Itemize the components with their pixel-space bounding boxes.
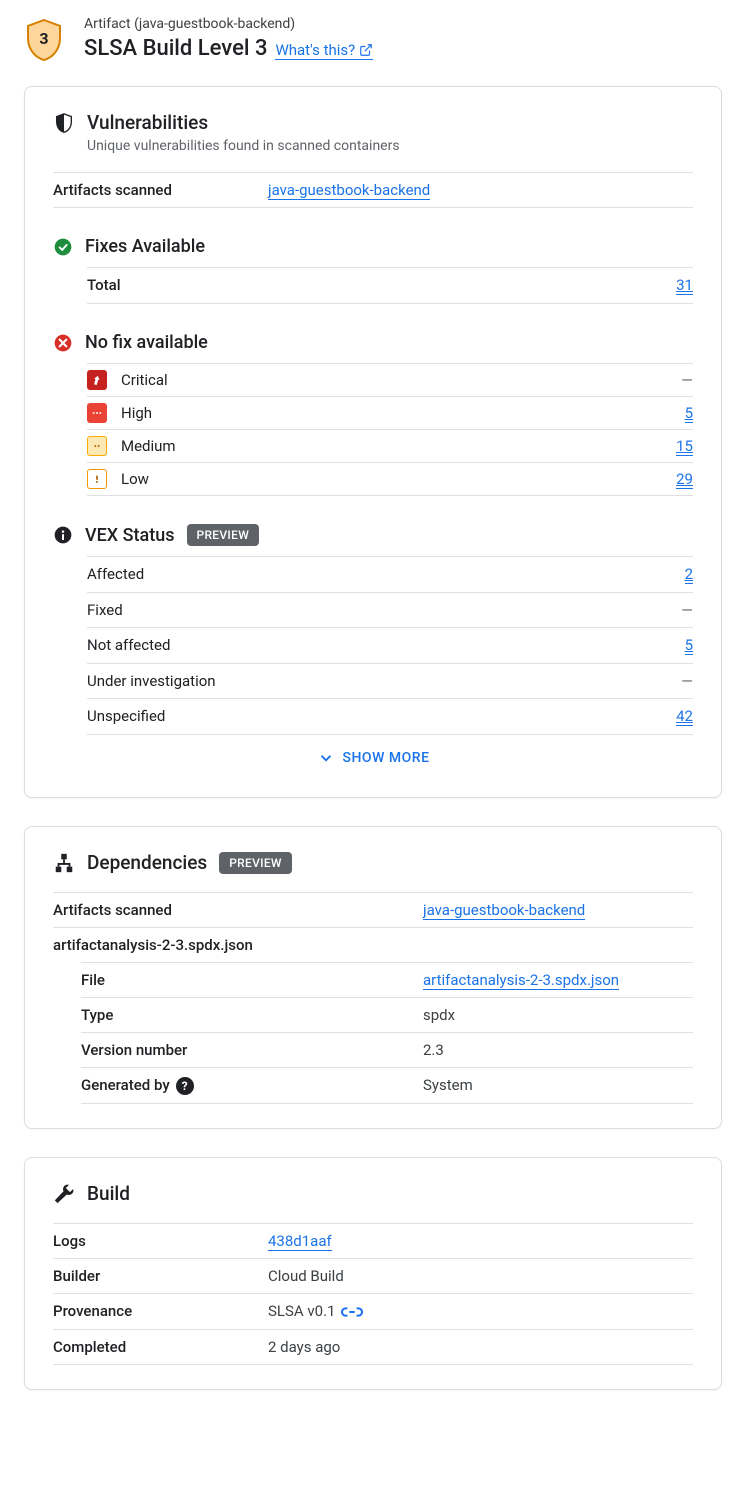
preview-badge: PREVIEW	[219, 852, 292, 874]
vex-row: Unspecified 42	[87, 698, 693, 735]
severity-label: High	[121, 404, 685, 422]
severity-low-icon	[87, 469, 107, 489]
build-label: Builder	[53, 1267, 268, 1285]
severity-label: Critical	[121, 371, 681, 389]
dependency-label: Generated by?	[81, 1076, 423, 1095]
slsa-shield-icon: 3	[24, 18, 64, 62]
chevron-down-icon	[317, 749, 335, 767]
build-label: Provenance	[53, 1302, 268, 1321]
artifacts-scanned-label: Artifacts scanned	[53, 181, 268, 199]
fixes-total-link[interactable]: 31	[676, 276, 693, 295]
vex-value-link[interactable]: 2	[685, 565, 693, 584]
dependency-row: Version number 2.3	[81, 1032, 693, 1067]
dep-artifacts-scanned-link[interactable]: java-guestbook-backend	[423, 901, 585, 920]
vex-row: Affected 2	[87, 556, 693, 592]
dependencies-card: Dependencies PREVIEW Artifacts scanned j…	[24, 826, 722, 1129]
dependency-label: File	[81, 971, 423, 989]
severity-medium-icon	[87, 436, 107, 456]
severity-row: Low 29	[87, 462, 693, 496]
no-fix-title: No fix available	[85, 332, 208, 353]
build-row: Provenance SLSA v0.1	[53, 1293, 693, 1329]
preview-badge: PREVIEW	[187, 524, 260, 546]
severity-high-icon	[87, 403, 107, 423]
vex-label: Affected	[87, 565, 685, 584]
severity-label: Low	[121, 470, 676, 488]
build-row: Completed 2 days ago	[53, 1329, 693, 1365]
svg-text:3: 3	[39, 29, 48, 48]
severity-value-link[interactable]: 29	[676, 470, 693, 489]
severity-row: Medium 15	[87, 429, 693, 462]
dependency-row: Type spdx	[81, 997, 693, 1032]
dependency-value: spdx	[423, 1006, 455, 1024]
artifact-header: 3 Artifact (java-guestbook-backend) SLSA…	[24, 12, 722, 66]
build-label: Logs	[53, 1232, 268, 1250]
vex-value-link[interactable]: 42	[676, 707, 693, 726]
severity-critical-icon	[87, 370, 107, 390]
wrench-icon	[53, 1183, 75, 1205]
vulnerabilities-subtitle: Unique vulnerabilities found in scanned …	[87, 138, 693, 154]
vex-value: —	[681, 601, 693, 619]
show-more-button[interactable]: SHOW MORE	[53, 735, 693, 773]
shield-icon	[53, 112, 75, 134]
dependency-row: File artifactanalysis-2-3.spdx.json	[81, 962, 693, 997]
fixes-total-label: Total	[87, 276, 676, 295]
dependencies-title: Dependencies	[87, 851, 207, 874]
artifacts-scanned-link[interactable]: java-guestbook-backend	[268, 181, 430, 200]
dependency-label: Version number	[81, 1041, 423, 1059]
whats-this-link[interactable]: What's this?	[275, 41, 373, 60]
build-value: 2 days ago	[268, 1338, 340, 1356]
link-icon[interactable]	[341, 1303, 363, 1321]
vex-label: Not affected	[87, 636, 685, 655]
severity-label: Medium	[121, 437, 676, 455]
dependency-label: Type	[81, 1006, 423, 1024]
severity-value-link[interactable]: 5	[685, 404, 693, 423]
external-link-icon	[359, 43, 373, 57]
dep-artifacts-scanned-label: Artifacts scanned	[53, 901, 423, 919]
error-circle-icon	[53, 333, 73, 353]
vex-value: —	[681, 672, 693, 690]
vulnerabilities-card: Vulnerabilities Unique vulnerabilities f…	[24, 86, 722, 798]
dependencies-icon	[53, 852, 75, 874]
info-circle-icon	[53, 525, 73, 545]
vex-label: Under investigation	[87, 672, 681, 690]
fixes-available-title: Fixes Available	[85, 236, 205, 257]
build-card: Build Logs 438d1aaf Builder Cloud Build …	[24, 1157, 722, 1390]
vex-row: Fixed —	[87, 592, 693, 627]
build-row: Builder Cloud Build	[53, 1258, 693, 1293]
build-row: Logs 438d1aaf	[53, 1223, 693, 1258]
build-value: SLSA v0.1	[268, 1302, 335, 1320]
dependency-value-link[interactable]: artifactanalysis-2-3.spdx.json	[423, 971, 619, 990]
vex-label: Unspecified	[87, 707, 676, 726]
dependency-row: Generated by? System	[81, 1067, 693, 1104]
dependency-value: 2.3	[423, 1041, 444, 1059]
vex-value-link[interactable]: 5	[685, 636, 693, 655]
help-icon[interactable]: ?	[176, 1077, 194, 1095]
build-label: Completed	[53, 1338, 268, 1356]
vulnerabilities-title: Vulnerabilities	[87, 111, 208, 134]
severity-row: High 5	[87, 396, 693, 429]
artifact-label: Artifact (java-guestbook-backend)	[84, 16, 373, 32]
severity-value: —	[681, 371, 693, 389]
build-title: Build	[87, 1182, 130, 1205]
page-title: SLSA Build Level 3	[84, 36, 267, 61]
severity-value-link[interactable]: 15	[676, 437, 693, 456]
vex-row: Not affected 5	[87, 627, 693, 663]
vex-status-title: VEX Status	[85, 525, 175, 546]
severity-row: Critical —	[87, 363, 693, 396]
check-circle-icon	[53, 237, 73, 257]
build-value: Cloud Build	[268, 1267, 344, 1285]
build-value-link[interactable]: 438d1aaf	[268, 1232, 332, 1251]
vex-label: Fixed	[87, 601, 681, 619]
dependency-value: System	[423, 1076, 473, 1094]
dep-file-header: artifactanalysis-2-3.spdx.json	[53, 936, 693, 954]
vex-row: Under investigation —	[87, 663, 693, 698]
